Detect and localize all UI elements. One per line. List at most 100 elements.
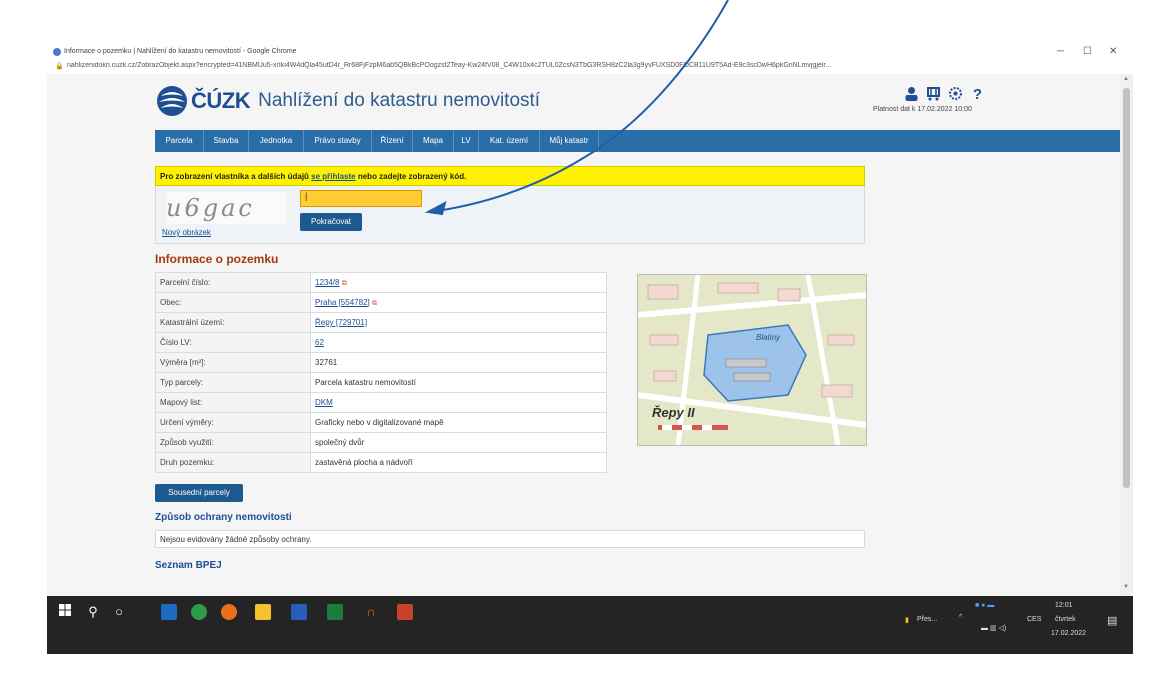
action-center-icon[interactable]: ▤ (1107, 614, 1117, 627)
tray-text[interactable]: Přes... (917, 616, 937, 623)
firefox-icon[interactable] (221, 604, 237, 620)
map-pond-label: Blatiny (756, 333, 781, 342)
parcel-info-table: Parcelní číslo: 1234/8 ⧉ Obec: Praha [55… (155, 272, 607, 473)
captcha-input[interactable]: | (300, 190, 422, 207)
captcha-image: u6gac (166, 192, 286, 224)
row-label: Typ parcely: (155, 372, 311, 393)
municipality-link[interactable]: Praha [554782] (315, 298, 370, 307)
row-value: zastavěná plocha a nádvoří (310, 452, 607, 473)
app-arc-icon[interactable]: ∩ (363, 604, 379, 620)
nav-parcela[interactable]: Parcela (155, 130, 204, 152)
continue-button[interactable]: Pokračovat (300, 213, 362, 231)
chevron-up-icon[interactable]: ^ (959, 614, 962, 621)
clock-time[interactable]: 12:01 (1055, 602, 1073, 609)
map-sheet-link[interactable]: DKM (315, 398, 333, 407)
row-value: Graficky nebo v digitalizované mapě (310, 412, 607, 433)
external-link-icon: ⧉ (371, 299, 377, 307)
row-value: Parcela katastru nemovitostí (310, 372, 607, 393)
notification-bulb-icon[interactable]: ▮ (905, 616, 909, 624)
cart-icon[interactable] (925, 86, 942, 103)
excel-icon[interactable] (327, 604, 343, 620)
search-icon[interactable]: ⚲ (85, 604, 101, 620)
row-value: 1234/8 ⧉ (310, 272, 607, 293)
table-row: Číslo LV: 62 (155, 332, 607, 353)
notice-prefix: Pro zobrazení vlastníka a dalších údajů (160, 172, 312, 181)
tray-apps-icon[interactable]: ■ ● ▬ (975, 602, 994, 609)
main-nav: Parcela Stavba Jednotka Právo stavby Říz… (155, 130, 1120, 152)
row-label: Způsob využití: (155, 432, 311, 453)
cortana-icon[interactable]: ○ (111, 604, 127, 620)
gear-icon[interactable] (947, 86, 964, 103)
outlook-icon[interactable] (161, 604, 177, 620)
lv-number-link[interactable]: 62 (315, 338, 324, 347)
login-notice: Pro zobrazení vlastníka a dalších údajů … (155, 166, 865, 186)
map-area-label: Řepy II (652, 405, 695, 420)
nav-rizeni[interactable]: Řízení (372, 130, 413, 152)
page-scrollbar[interactable]: ▲ ▼ (1120, 74, 1133, 596)
screen: Informace o pozemku | Nahlížení do katas… (47, 44, 1133, 654)
file-explorer-icon[interactable] (255, 604, 271, 620)
protection-heading: Způsob ochrany nemovitosti (155, 512, 292, 523)
clock-day[interactable]: čtvrtek (1055, 616, 1076, 623)
powerpoint-icon[interactable] (397, 604, 413, 620)
table-row: Parcelní číslo: 1234/8 ⧉ (155, 272, 607, 293)
scroll-up-icon[interactable]: ▲ (1123, 76, 1129, 82)
external-link-icon: ⧉ (341, 279, 347, 287)
row-label: Obec: (155, 292, 311, 313)
row-value: 62 (310, 332, 607, 353)
browser-titlebar: Informace o pozemku | Nahlížení do katas… (47, 44, 1133, 60)
row-label: Parcelní číslo: (155, 272, 311, 293)
row-label: Číslo LV: (155, 332, 311, 353)
table-row: Určení výměry: Graficky nebo v digitaliz… (155, 412, 607, 433)
nav-muj-katastr[interactable]: Můj katastr (540, 130, 599, 152)
nav-lv[interactable]: LV (454, 130, 479, 152)
url-text[interactable]: nahlizenidokn.cuzk.cz/ZobrazObjekt.aspx?… (67, 62, 1127, 69)
captcha-panel: u6gac Nový obrázek | Pokračovat (155, 186, 865, 244)
neighbor-parcels-button[interactable]: Sousední parcely (155, 484, 243, 502)
row-label: Druh pozemku: (155, 452, 311, 473)
parcel-map[interactable]: Blatiny Řepy II (637, 274, 867, 446)
nav-mapa[interactable]: Mapa (413, 130, 454, 152)
user-icon[interactable] (903, 86, 920, 103)
nav-pravo-stavby[interactable]: Právo stavby (304, 130, 372, 152)
maximize-button[interactable]: ☐ (1083, 46, 1092, 57)
table-row: Katastrální území: Řepy [729701] (155, 312, 607, 333)
address-bar[interactable]: 🔒 nahlizenidokn.cuzk.cz/ZobrazObjekt.asp… (47, 60, 1133, 73)
close-button[interactable]: ✕ (1109, 46, 1117, 57)
header-icons: ? (903, 86, 986, 103)
cuzk-logo[interactable]: ČÚZK Nahlížení do katastru nemovitostí (155, 84, 540, 118)
row-value: 32761 (310, 352, 607, 373)
table-row: Mapový list: DKM (155, 392, 607, 413)
minimize-button[interactable]: ─ (1057, 46, 1064, 57)
nav-stavba[interactable]: Stavba (204, 130, 249, 152)
row-label: Katastrální území: (155, 312, 311, 333)
row-label: Mapový list: (155, 392, 311, 413)
network-icon[interactable]: ▬ ▥ ◁) (981, 624, 1006, 632)
clock-date[interactable]: 17.02.2022 (1051, 630, 1086, 637)
globe-logo-icon (157, 86, 187, 116)
brand-text: ČÚZK (191, 88, 251, 113)
favicon-icon (53, 48, 61, 56)
new-image-link[interactable]: Nový obrázek (162, 228, 211, 237)
cadastral-area-link[interactable]: Řepy [729701] (315, 318, 367, 327)
scroll-down-icon[interactable]: ▼ (1123, 584, 1129, 590)
table-row: Způsob využití: společný dvůr (155, 432, 607, 453)
site-title: Nahlížení do katastru nemovitostí (258, 90, 541, 111)
word-icon[interactable] (291, 604, 307, 620)
lock-icon: 🔒 (55, 63, 64, 70)
row-value: společný dvůr (310, 432, 607, 453)
windows-start-icon[interactable] (57, 604, 73, 620)
nav-kat-uzemi[interactable]: Kat. území (479, 130, 540, 152)
window-title: Informace o pozemku | Nahlížení do katas… (64, 48, 297, 55)
nav-jednotka[interactable]: Jednotka (249, 130, 304, 152)
help-icon[interactable]: ? (969, 86, 986, 103)
parcel-number-link[interactable]: 1234/8 (315, 278, 339, 287)
chrome-icon[interactable] (191, 604, 207, 620)
login-link[interactable]: se přihlaste (311, 172, 355, 181)
bpej-heading: Seznam BPEJ (155, 560, 222, 571)
table-row: Výměra [m²]: 32761 (155, 352, 607, 373)
protection-box: Nejsou evidovány žádné způsoby ochrany. (155, 530, 865, 548)
scroll-thumb[interactable] (1123, 88, 1130, 488)
language-indicator[interactable]: CES (1027, 616, 1041, 623)
row-label: Výměra [m²]: (155, 352, 311, 373)
